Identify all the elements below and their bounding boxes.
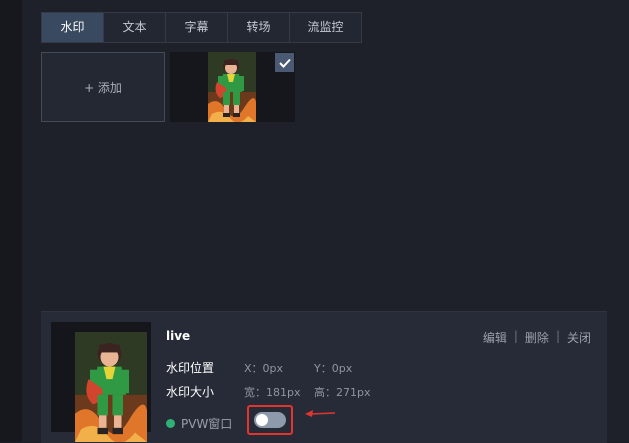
- add-watermark-button[interactable]: + 添加: [41, 52, 165, 122]
- tab-bar: 水印 文本 字幕 转场 流监控: [41, 12, 362, 43]
- red-arrow-icon: [305, 410, 336, 417]
- toggle-knob: [256, 414, 268, 426]
- watermark-tile[interactable]: [170, 52, 295, 122]
- card-thumbnail: [75, 332, 147, 442]
- status-dot-icon: [166, 419, 175, 428]
- edit-link[interactable]: 编辑: [483, 329, 507, 346]
- checkmark-icon[interactable]: [275, 53, 294, 72]
- tab-subtitle[interactable]: 字幕: [166, 13, 228, 42]
- pvw-window-row: PVW窗口: [166, 415, 232, 432]
- pvw-window-label: PVW窗口: [181, 417, 233, 431]
- tab-transition[interactable]: 转场: [228, 13, 290, 42]
- watermark-detail-card: live 编辑 | 删除 | 关闭 水印位置 X：0px Y：0px 水印大小 …: [41, 311, 607, 443]
- delete-link[interactable]: 删除: [525, 329, 549, 346]
- position-y-value: Y：0px: [314, 362, 353, 375]
- toggle-highlight-frame: [247, 405, 293, 435]
- watermark-image: [208, 52, 256, 122]
- close-link[interactable]: 关闭: [567, 329, 591, 346]
- action-separator: |: [555, 329, 560, 343]
- tab-watermark[interactable]: 水印: [42, 13, 104, 42]
- watermark-name: live: [166, 329, 191, 343]
- action-separator: |: [513, 329, 518, 343]
- position-x-value: X：0px: [244, 362, 284, 375]
- tab-stream-monitor[interactable]: 流监控: [290, 13, 361, 42]
- position-label: 水印位置: [166, 361, 215, 375]
- left-sidebar-strip: [0, 0, 23, 442]
- size-height-value: 高：271px: [314, 386, 371, 399]
- tab-text[interactable]: 文本: [104, 13, 166, 42]
- card-actions: 编辑 | 删除 | 关闭: [483, 329, 591, 346]
- pvw-window-toggle[interactable]: [254, 412, 286, 428]
- size-label: 水印大小: [166, 385, 215, 399]
- size-width-value: 宽：181px: [244, 386, 301, 399]
- card-thumbnail-frame: [51, 322, 151, 432]
